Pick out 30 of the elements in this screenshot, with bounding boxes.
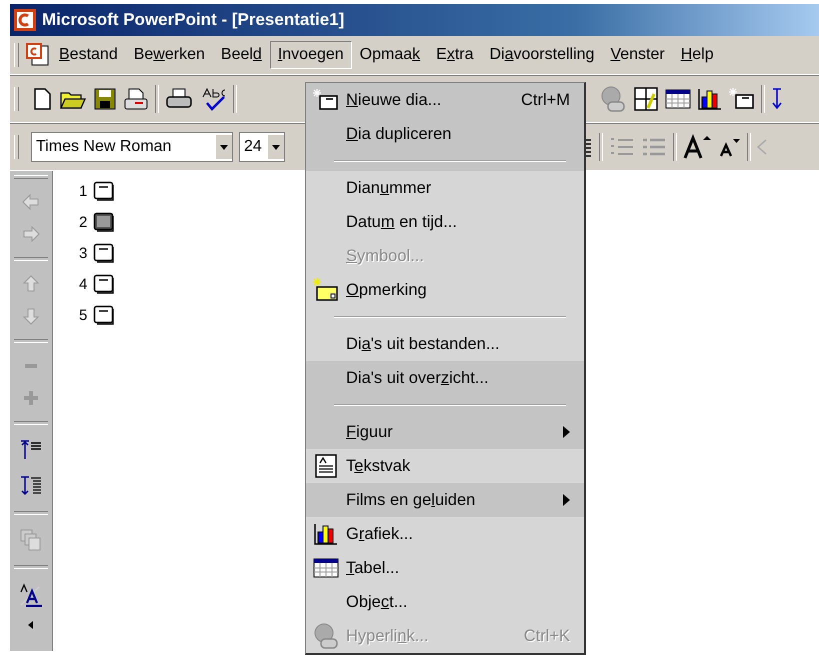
menu-option[interactable]: Dia's uit bestanden... [306, 327, 584, 361]
menu-option[interactable]: Nieuwe dia... Ctrl+M [306, 83, 584, 117]
menu-item[interactable]: Diavoorstelling [481, 41, 602, 69]
menu-item[interactable]: Venster [602, 41, 673, 69]
menu-item[interactable]: Help [672, 41, 722, 69]
font-dropdown[interactable]: Times New Roman [31, 132, 233, 162]
menu-option[interactable]: Tabel... [306, 551, 584, 585]
menu-option[interactable]: Figuur [306, 415, 584, 449]
menu-item[interactable]: Bestand [51, 41, 126, 69]
menu-item[interactable]: Bewerken [126, 41, 213, 69]
menu-option[interactable]: Dia's uit overzicht... [306, 361, 584, 395]
menu-option[interactable]: Grafiek... [306, 517, 584, 551]
slide-number: 1 [79, 182, 88, 200]
menu-item[interactable]: Invoegen [270, 41, 352, 69]
menu-item[interactable]: Extra [428, 41, 482, 69]
slide-number: 5 [79, 306, 88, 324]
slide-number: 4 [79, 276, 88, 292]
menu-item[interactable]: Beeld [212, 41, 270, 69]
menu-option[interactable]: Opmerking [306, 273, 584, 307]
menu-option[interactable]: Tekstvak [306, 449, 584, 483]
menu-option[interactable]: Dia dupliceren [306, 117, 584, 151]
menu-option[interactable]: Dianummer [306, 171, 584, 205]
menu-option[interactable]: Datum en tijd... [306, 205, 584, 239]
font-size-dropdown[interactable]: 24 [239, 132, 285, 162]
menu-option[interactable]: Films en geluiden [306, 483, 584, 517]
menu-option[interactable]: Object... [306, 585, 584, 619]
slide-number: 3 [79, 244, 88, 262]
window-title: Microsoft PowerPoint - [Presentatie1] [42, 10, 344, 30]
menu-item[interactable]: Opmaak [352, 41, 428, 69]
slide-number: 2 [79, 214, 88, 230]
